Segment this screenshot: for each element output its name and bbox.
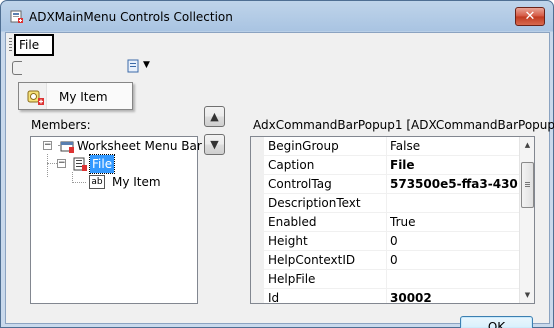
members-tree[interactable]: − Worksheet Menu Bar − File ab My Item — [30, 136, 202, 304]
property-row[interactable]: ControlTag 573500e5-ffa3-430a-ba — [264, 175, 519, 194]
chevron-down-icon[interactable]: ▼ — [143, 60, 150, 70]
property-separator — [386, 251, 387, 269]
tree-node-file[interactable]: − File — [31, 154, 197, 174]
property-name: HelpContextID — [268, 253, 356, 267]
property-value[interactable]: 0 — [390, 234, 518, 248]
tree-node-label: Worksheet Menu Bar — [77, 139, 202, 153]
property-name: Height — [268, 234, 308, 248]
property-row[interactable]: DescriptionText — [264, 194, 519, 213]
property-separator — [386, 175, 387, 193]
dropdown-item-my-item[interactable]: My Item — [20, 84, 131, 108]
menubar-grip-icon[interactable] — [9, 38, 12, 52]
property-separator — [386, 270, 387, 288]
menu-file-label: File — [19, 38, 40, 52]
menu-item-icon — [27, 90, 44, 105]
property-separator — [386, 156, 387, 174]
property-name: Caption — [268, 158, 315, 172]
property-name: ControlTag — [268, 177, 332, 191]
tree-node-label: My Item — [112, 175, 161, 189]
property-row[interactable]: BeginGroup False — [264, 137, 519, 156]
file-dropdown-menu: My Item — [18, 82, 133, 110]
collapse-icon[interactable]: − — [57, 159, 66, 168]
scroll-down-icon[interactable]: ▼ — [522, 289, 533, 301]
property-grid-title: AdxCommandBarPopup1 [ADXCommandBarPopup] — [253, 118, 554, 132]
property-value[interactable]: 573500e5-ffa3-430a-ba — [390, 177, 518, 191]
toolbar-button-edge[interactable] — [12, 61, 22, 75]
scroll-thumb[interactable] — [521, 162, 534, 208]
dropdown-item-label: My Item — [59, 90, 108, 104]
add-item-icon[interactable] — [127, 58, 141, 74]
close-icon: ✕ — [524, 9, 536, 24]
title-bar[interactable]: ADXMainMenu Controls Collection ✕ — [1, 1, 553, 32]
window-app-icon — [10, 10, 23, 23]
property-name: HelpFile — [268, 272, 316, 286]
scroll-up-icon[interactable]: ▲ — [522, 139, 533, 151]
property-row[interactable]: Caption File — [264, 156, 519, 175]
dialog-client-area: File ▼ Members: − Worksheet Menu Bar − F… — [5, 32, 554, 328]
property-name: Id — [268, 291, 280, 304]
property-grid[interactable]: BeginGroup False Caption File ControlTag 5735… — [250, 136, 535, 304]
property-separator — [386, 194, 387, 212]
property-value[interactable]: True — [390, 215, 518, 229]
collapse-icon[interactable]: − — [43, 141, 52, 150]
move-down-button[interactable]: ▼ — [204, 134, 225, 155]
close-button[interactable]: ✕ — [515, 7, 545, 26]
property-row[interactable]: Id 30002 — [264, 289, 519, 304]
popup-icon — [73, 157, 87, 171]
property-value[interactable]: 30002 — [390, 291, 518, 303]
vertical-scrollbar[interactable]: ▲ ▼ — [519, 137, 534, 303]
move-up-button[interactable]: ▲ — [204, 106, 225, 127]
ok-button[interactable]: OK — [460, 316, 533, 328]
button-ab-icon: ab — [89, 175, 105, 189]
property-row[interactable]: HelpContextID 0 — [264, 251, 519, 270]
property-separator — [386, 137, 387, 155]
tree-node-my-item[interactable]: ab My Item — [31, 173, 197, 191]
property-separator — [386, 289, 387, 303]
window-title: ADXMainMenu Controls Collection — [29, 10, 233, 24]
property-value[interactable]: False — [390, 139, 518, 153]
property-value[interactable]: File — [390, 158, 518, 172]
tree-node-label-selected: File — [88, 154, 116, 174]
dialog-window: ADXMainMenu Controls Collection ✕ File ▼… — [0, 0, 554, 328]
ok-button-label: OK — [487, 320, 506, 328]
property-row[interactable]: Enabled True — [264, 213, 519, 232]
property-grid-gutter — [251, 137, 264, 303]
property-name: BeginGroup — [268, 139, 339, 153]
property-row[interactable]: HelpFile — [264, 270, 519, 289]
arrow-down-icon: ▼ — [210, 138, 219, 151]
menu-file[interactable]: File — [14, 34, 54, 56]
property-separator — [386, 213, 387, 231]
property-name: Enabled — [268, 215, 317, 229]
members-label: Members: — [31, 118, 91, 132]
property-value[interactable]: 0 — [390, 253, 518, 267]
property-separator — [386, 232, 387, 250]
arrow-up-icon: ▲ — [210, 110, 219, 123]
tree-node-worksheet-menu-bar[interactable]: − Worksheet Menu Bar — [31, 137, 202, 155]
property-row[interactable]: Height 0 — [264, 232, 519, 251]
property-name: DescriptionText — [268, 196, 361, 210]
menu-bar-icon — [60, 141, 74, 153]
scroll-grip-icon — [525, 182, 530, 188]
